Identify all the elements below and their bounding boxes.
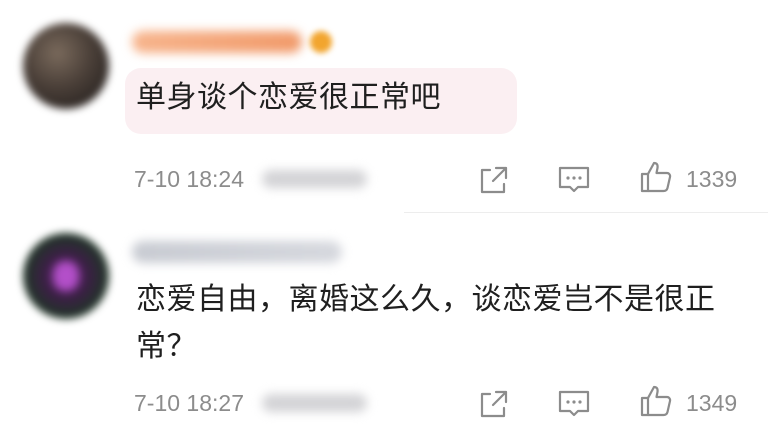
comment-item: 单身谈个恋爱很正常吧 7-10 18:24 1339 — [0, 0, 768, 212]
username-blurred[interactable] — [132, 241, 342, 263]
comment-text-line-2: 常？ — [136, 329, 197, 364]
share-icon[interactable] — [476, 386, 512, 422]
location-blurred — [262, 394, 367, 412]
comment-time: 7-10 18:24 — [134, 166, 244, 192]
location-blurred — [262, 170, 367, 188]
avatar[interactable] — [23, 23, 109, 109]
comment-item: 恋爱自由，离婚这么久，谈恋爱岂不是很正 常？ 7-10 18:27 1349 — [0, 213, 768, 433]
like-count: 1349 — [686, 390, 738, 416]
thumbs-up-icon[interactable] — [638, 159, 674, 195]
avatar-flower-image — [53, 261, 79, 291]
username-blurred[interactable] — [132, 31, 302, 53]
thumbs-up-icon[interactable] — [638, 383, 674, 419]
comment-time: 7-10 18:27 — [134, 390, 244, 416]
comment-text: 单身谈个恋爱很正常吧 — [136, 80, 441, 115]
reply-icon[interactable] — [556, 162, 592, 198]
vip-badge-icon — [310, 31, 332, 53]
like-count: 1339 — [686, 166, 738, 192]
share-icon[interactable] — [476, 162, 512, 198]
reply-icon[interactable] — [556, 386, 592, 422]
avatar[interactable] — [23, 233, 109, 319]
comment-text-line-1: 恋爱自由，离婚这么久，谈恋爱岂不是很正 — [136, 282, 716, 317]
